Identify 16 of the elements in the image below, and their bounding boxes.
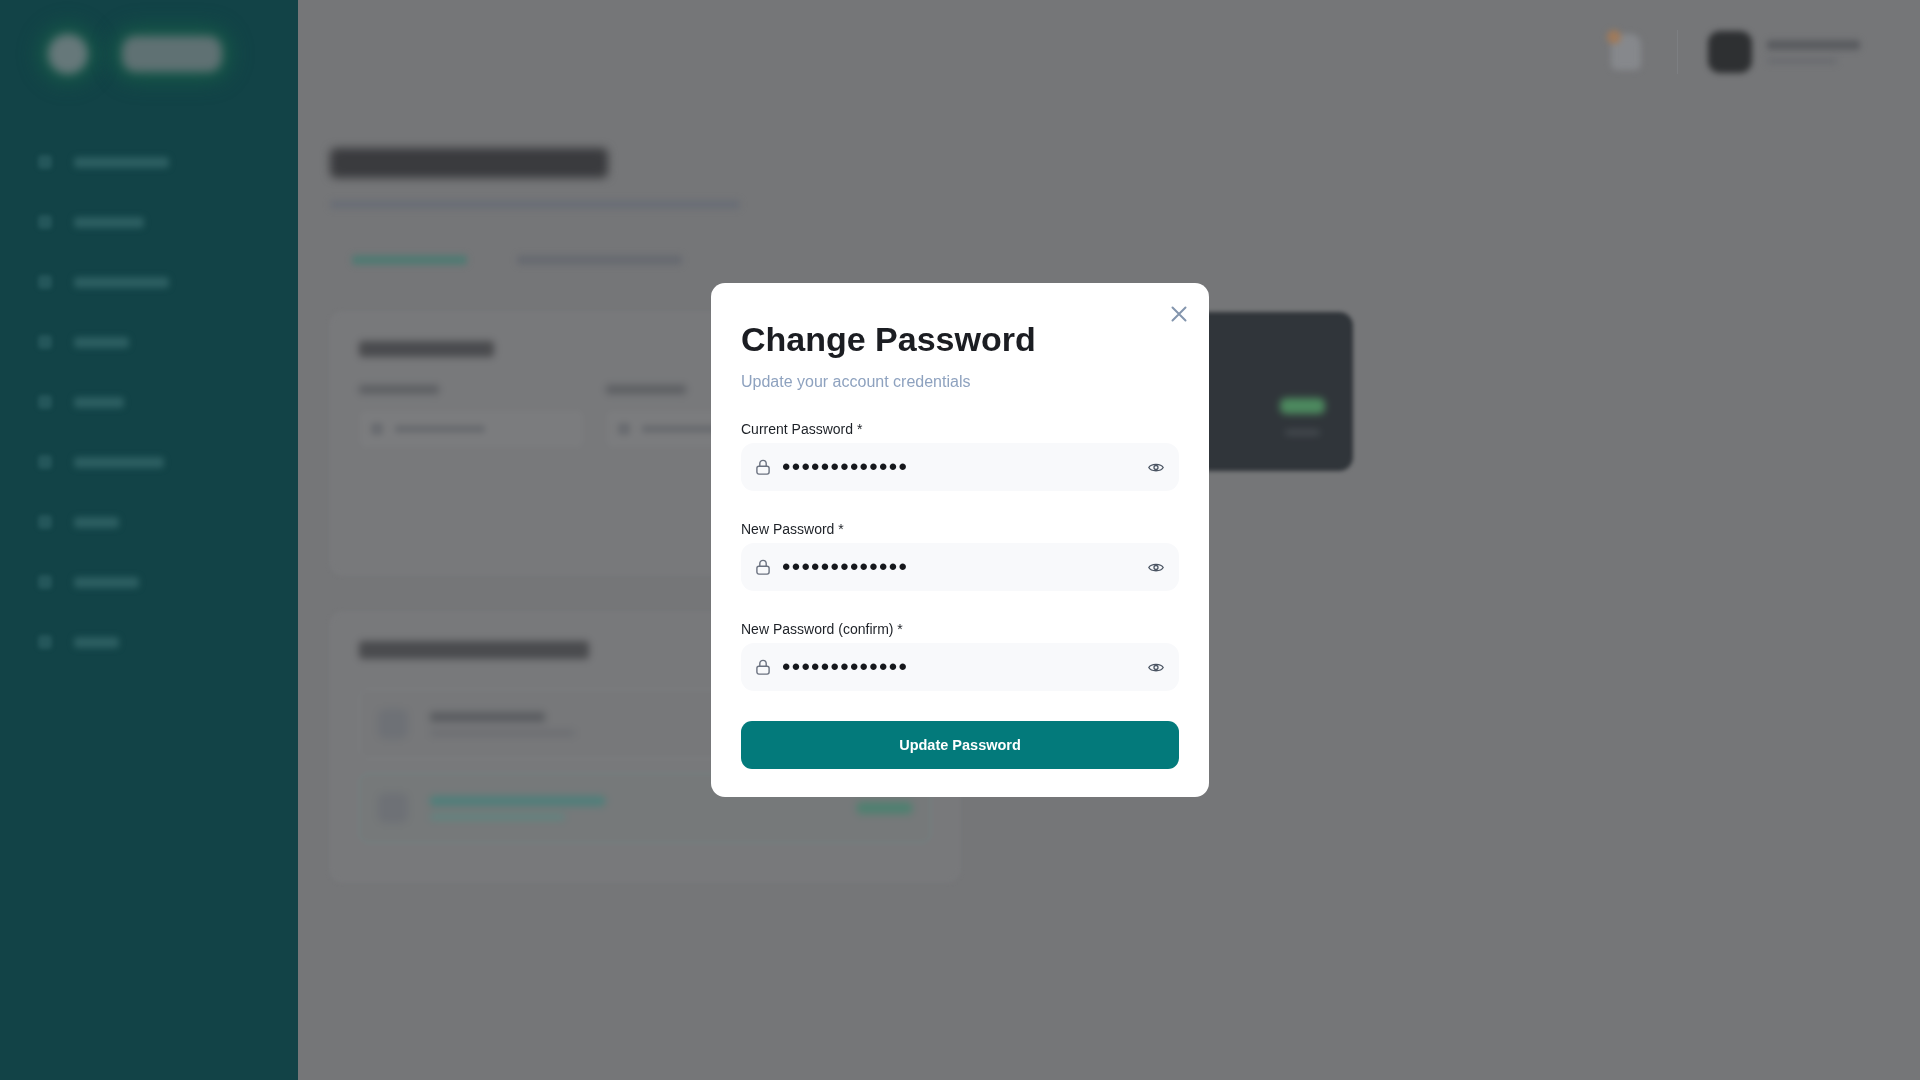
lock-icon <box>756 659 770 675</box>
lock-icon <box>756 559 770 575</box>
dialog-title: Change Password <box>741 319 1036 360</box>
field-label: Current Password * <box>741 420 863 439</box>
eye-icon[interactable] <box>1148 661 1164 673</box>
close-icon[interactable] <box>1171 306 1187 322</box>
eye-icon[interactable] <box>1148 561 1164 573</box>
password-field[interactable]: ••••••••••••• <box>741 543 1179 591</box>
password-field[interactable]: ••••••••••••• <box>741 443 1179 491</box>
field-label: New Password * <box>741 520 844 539</box>
field-label: New Password (confirm) * <box>741 620 903 639</box>
update-password-button[interactable]: Update Password <box>741 721 1179 769</box>
lock-icon <box>756 459 770 475</box>
password-field[interactable]: ••••••••••••• <box>741 643 1179 691</box>
dialog-subtitle: Update your account credentials <box>741 372 971 392</box>
eye-icon[interactable] <box>1148 461 1164 473</box>
